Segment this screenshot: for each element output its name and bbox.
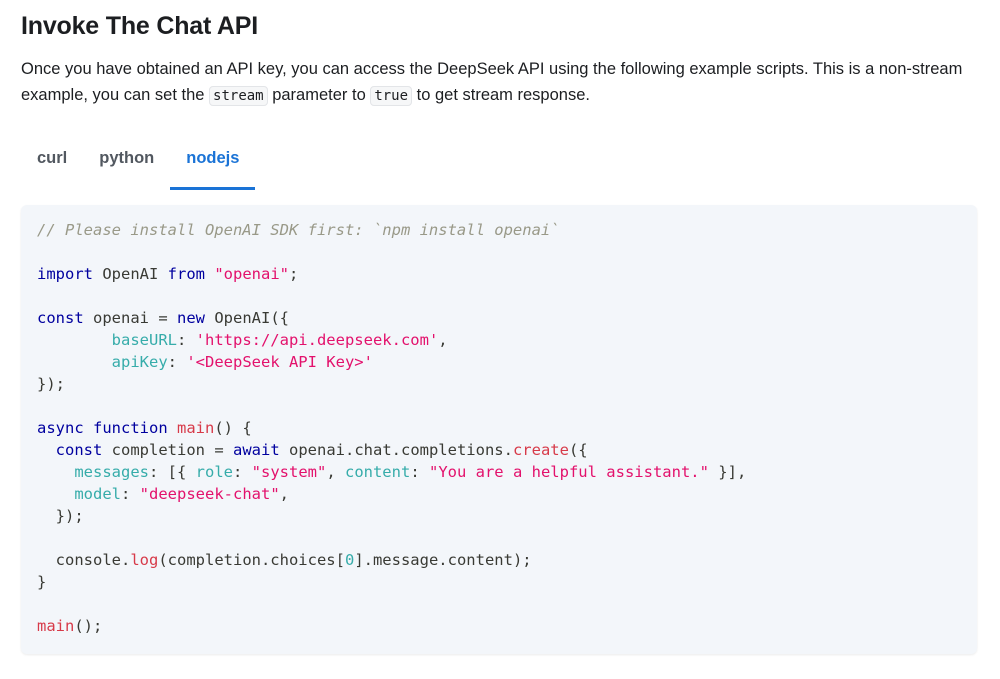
- code-string: "You are a helpful assistant.": [428, 463, 709, 481]
- inline-code-stream: stream: [209, 86, 268, 106]
- code-string: "system": [251, 463, 327, 481]
- code-line-19: main();: [37, 615, 746, 637]
- code-content: // Please install OpenAI SDK first: `npm…: [37, 219, 746, 637]
- code-plain: ();: [74, 617, 103, 635]
- code-plain: :: [148, 463, 168, 481]
- code-plain: ,: [279, 485, 289, 503]
- code-keyword: const: [37, 309, 84, 327]
- code-keyword: new: [177, 309, 205, 327]
- code-line-11: const completion = await openai.chat.com…: [37, 439, 746, 461]
- code-line-6: baseURL: 'https://api.deepseek.com',: [37, 329, 746, 351]
- code-property: apiKey: [111, 353, 168, 371]
- intro-text-2: parameter to: [267, 86, 371, 104]
- code-property: baseURL: [111, 331, 177, 349]
- code-plain: :: [121, 485, 140, 503]
- code-plain: [205, 265, 214, 283]
- code-block[interactable]: // Please install OpenAI SDK first: `npm…: [21, 205, 977, 654]
- code-line-7: apiKey: '<DeepSeek API Key>': [37, 351, 746, 373]
- code-keyword: async: [37, 419, 84, 437]
- code-plain: :: [167, 353, 187, 371]
- code-line-8: });: [37, 373, 746, 395]
- code-plain: console.: [55, 551, 131, 569]
- code-plain: });: [55, 507, 84, 525]
- code-plain: :: [232, 463, 252, 481]
- code-line-17: }: [37, 571, 746, 593]
- code-string: "openai": [214, 265, 289, 283]
- code-line-13: model: "deepseek-chat",: [37, 483, 746, 505]
- tab-curl[interactable]: curl: [21, 138, 83, 190]
- code-line-3: import OpenAI from "openai";: [37, 263, 746, 285]
- code-plain: ,: [438, 331, 448, 349]
- code-plain: :: [176, 331, 196, 349]
- code-keyword: await: [233, 441, 280, 459]
- code-line-16: console.log(completion.choices[0].messag…: [37, 549, 746, 571]
- code-keyword: from: [167, 265, 205, 283]
- code-plain: (completion.choices[: [158, 551, 345, 569]
- intro-text-3: to get stream response.: [412, 86, 590, 104]
- code-plain: ({: [568, 441, 588, 459]
- tab-python[interactable]: python: [83, 138, 170, 190]
- code-function-name: main: [177, 419, 215, 437]
- code-plain: [168, 419, 177, 437]
- code-string: "deepseek-chat": [139, 485, 280, 503]
- code-keyword: function: [93, 419, 168, 437]
- code-plain: [84, 419, 93, 437]
- code-keyword: import: [37, 265, 93, 283]
- code-plain: }],: [708, 463, 747, 481]
- code-line-1: // Please install OpenAI SDK first: `npm…: [37, 219, 746, 241]
- code-plain: [{: [167, 463, 196, 481]
- code-line-14: });: [37, 505, 746, 527]
- code-plain: ;: [288, 265, 299, 283]
- code-property: messages: [74, 463, 149, 481]
- code-plain: openai.chat.completions.: [279, 441, 513, 459]
- code-function-name: create: [512, 441, 569, 459]
- code-string: 'https://api.deepseek.com': [195, 331, 439, 349]
- code-plain: }: [37, 573, 47, 591]
- inline-code-true: true: [370, 86, 413, 106]
- code-function-name: main: [37, 617, 75, 635]
- tab-nodejs[interactable]: nodejs: [170, 138, 256, 190]
- code-plain: openai =: [83, 309, 177, 327]
- code-plain: :: [410, 463, 429, 481]
- code-property: content: [344, 463, 411, 481]
- code-line-5: const openai = new OpenAI({: [37, 307, 746, 329]
- code-plain: ].message.content);: [354, 551, 532, 569]
- code-plain: ,: [326, 463, 345, 481]
- code-line-10: async function main() {: [37, 417, 746, 439]
- code-string: '<DeepSeek API Key>': [186, 353, 373, 371]
- code-keyword: const: [55, 441, 103, 459]
- code-number: 0: [344, 551, 355, 569]
- code-property: model: [74, 485, 121, 503]
- code-plain: OpenAI: [93, 265, 168, 283]
- intro-paragraph: Once you have obtained an API key, you c…: [21, 56, 971, 109]
- page-title: Invoke The Chat API: [21, 12, 258, 40]
- code-plain: OpenAI({: [205, 309, 289, 327]
- code-plain: });: [37, 375, 65, 393]
- code-property: role: [195, 463, 233, 481]
- code-comment: // Please install OpenAI SDK first: `npm…: [37, 221, 560, 239]
- language-tabs: curl python nodejs: [21, 138, 256, 190]
- code-plain: () {: [214, 419, 252, 437]
- code-plain: completion =: [102, 441, 233, 459]
- code-line-12: messages: [{ role: "system", content: "Y…: [37, 461, 746, 483]
- code-function-name: log: [130, 551, 159, 569]
